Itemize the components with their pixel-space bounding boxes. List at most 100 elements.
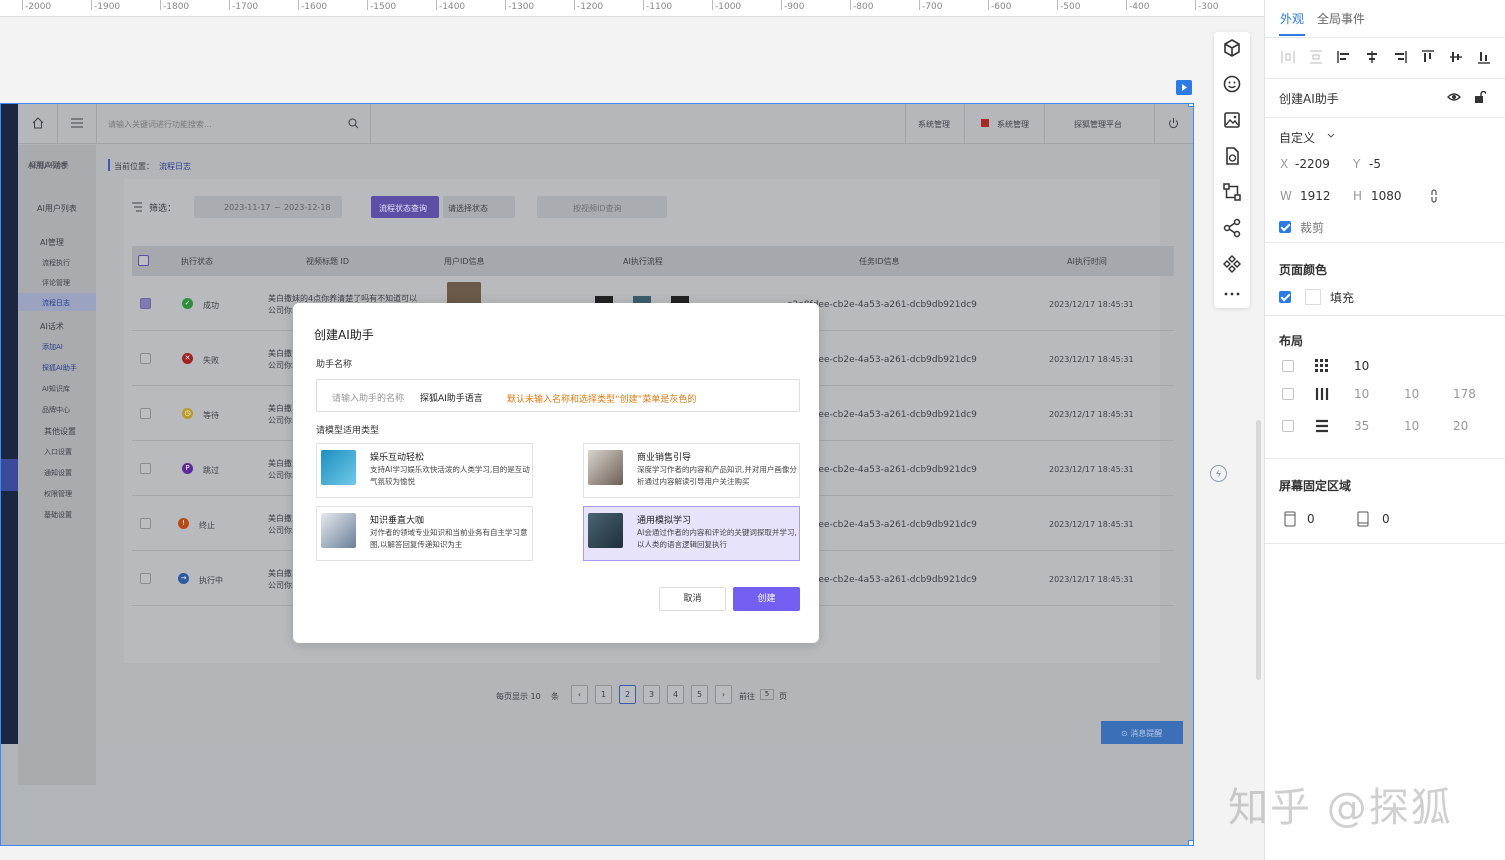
next-page-button[interactable]: › <box>715 685 732 704</box>
rows-gutter[interactable]: 10 <box>1404 419 1419 433</box>
align-bottom-icon[interactable] <box>1477 50 1491 64</box>
lightning-connector-icon[interactable] <box>1210 465 1227 482</box>
row-checkbox[interactable] <box>140 463 151 474</box>
sidebar-item-flow-log[interactable]: 流程日志 <box>42 298 70 308</box>
more-icon[interactable] <box>1221 283 1243 305</box>
sidebar-group-other[interactable]: 其他设置 <box>44 426 76 437</box>
page-4[interactable]: 4 <box>667 685 684 704</box>
share-icon[interactable] <box>1221 217 1243 239</box>
connect-nodes-icon[interactable] <box>1221 181 1243 203</box>
platform-dropdown[interactable]: 探狐管理平台 <box>1074 119 1122 130</box>
option-general-selected[interactable]: 通用模拟学习 AI会通过作者的内容和评论的关键词探取并学习,以人类的语言逻辑回复… <box>583 506 800 561</box>
fixed-bottom-input[interactable]: 0 <box>1382 512 1390 526</box>
resize-handle[interactable] <box>1188 840 1193 845</box>
menu-icon[interactable] <box>71 118 83 128</box>
grid-checkbox[interactable] <box>1282 360 1294 372</box>
sidebar-item-knowledge[interactable]: AI知识库 <box>42 384 70 394</box>
sidebar-item-brand[interactable]: 品牌中心 <box>42 405 70 415</box>
sidebar-item-notify[interactable]: 通知设置 <box>44 468 72 478</box>
align-right-icon[interactable] <box>1393 50 1407 64</box>
row-checkbox[interactable] <box>140 518 151 529</box>
w-input[interactable]: 1912 <box>1300 189 1331 203</box>
image-icon[interactable] <box>1221 109 1243 131</box>
columns-gutter[interactable]: 10 <box>1404 387 1419 401</box>
breadcrumb-current[interactable]: 流程日志 <box>159 161 191 172</box>
page-3[interactable]: 3 <box>643 685 660 704</box>
h-input[interactable]: 1080 <box>1371 189 1402 203</box>
goto-input[interactable]: 5 <box>760 689 774 700</box>
page-1[interactable]: 1 <box>595 685 612 704</box>
per-page-label[interactable]: 每页显示 10 <box>496 691 541 702</box>
sidebar-group-ai-manage[interactable]: AI管理 <box>40 237 64 248</box>
select-all-checkbox[interactable] <box>138 255 149 266</box>
y-input[interactable]: -5 <box>1369 157 1381 171</box>
x-input[interactable]: -2209 <box>1295 157 1330 171</box>
unlock-icon[interactable] <box>1474 91 1486 103</box>
columns-checkbox[interactable] <box>1282 388 1294 400</box>
flag-icon <box>981 119 989 127</box>
columns-count[interactable]: 10 <box>1354 387 1369 401</box>
status-select[interactable]: 请选择状态 <box>443 196 515 218</box>
page-5[interactable]: 5 <box>691 685 708 704</box>
preview-play-button[interactable] <box>1176 80 1192 95</box>
sidebar-item-entry[interactable]: 入口设置 <box>44 447 72 457</box>
link-ratio-icon[interactable] <box>1429 189 1439 203</box>
cancel-button[interactable]: 取消 <box>659 587 726 611</box>
component-name[interactable]: 创建AI助手 <box>1279 90 1339 107</box>
row-checkbox[interactable] <box>140 298 151 309</box>
eye-icon[interactable] <box>1447 91 1461 103</box>
align-top-icon[interactable] <box>1421 50 1435 64</box>
distribute-horizontal-icon[interactable] <box>1281 50 1295 64</box>
search-input[interactable]: 请输入关键词进行功能搜索... <box>108 119 212 130</box>
message-button[interactable]: ⊙ 消息提醒 <box>1101 721 1183 744</box>
system-link[interactable]: 系统管理 <box>918 119 950 130</box>
columns-width[interactable]: 178 <box>1453 387 1476 401</box>
rows-count[interactable]: 35 <box>1354 419 1369 433</box>
option-knowledge[interactable]: 知识垂直大咖 对作者的领域专业知识和当前业务有自主学习意图,以解答回复传递知识为… <box>316 506 533 561</box>
prev-page-button[interactable]: ‹ <box>571 685 588 704</box>
sidebar-item-basic[interactable]: 基础设置 <box>44 510 72 520</box>
fill-checkbox[interactable] <box>1279 291 1291 303</box>
size-preset-select[interactable]: 自定义 <box>1279 129 1315 146</box>
power-icon[interactable] <box>1168 118 1179 129</box>
query-status-button[interactable]: 流程状态查询 <box>371 196 439 218</box>
row-checkbox[interactable] <box>140 408 151 419</box>
sidebar-item-add-ai[interactable]: 添加AI <box>42 342 63 352</box>
resize-handle[interactable] <box>1188 104 1193 107</box>
option-entertainment[interactable]: 娱乐互动轻松 支持AI学习娱乐欢快活泼的人类学习,目的是互动气氛较为愉悦 <box>316 443 533 498</box>
align-center-v-icon[interactable] <box>1449 50 1463 64</box>
vertical-scrollbar[interactable] <box>1256 420 1261 680</box>
option-sales[interactable]: 商业销售引导 深度学习作者的内容和产品知识,并对用户画像分析通过内容解读引导用户… <box>583 443 800 498</box>
system-link-2[interactable]: 系统管理 <box>997 119 1029 130</box>
rows-checkbox[interactable] <box>1282 420 1294 432</box>
search-icon[interactable] <box>348 118 359 129</box>
video-id-input[interactable]: 按视频ID查询 <box>537 196 667 218</box>
emoji-icon[interactable] <box>1221 73 1243 95</box>
grid-size-input[interactable]: 10 <box>1354 359 1369 373</box>
clip-checkbox[interactable] <box>1279 221 1291 233</box>
align-center-h-icon[interactable] <box>1365 50 1379 64</box>
fill-color-swatch[interactable] <box>1305 289 1321 305</box>
sidebar-item-comments[interactable]: 评论管理 <box>42 278 70 288</box>
sidebar-item-permission[interactable]: 权限管理 <box>44 489 72 499</box>
create-button[interactable]: 创建 <box>733 587 800 611</box>
cube-icon[interactable] <box>1221 37 1243 59</box>
sidebar-group-ai-script[interactable]: AI话术 <box>40 321 64 332</box>
file-refresh-icon[interactable] <box>1221 145 1243 167</box>
home-icon[interactable] <box>32 117 44 129</box>
align-left-icon[interactable] <box>1337 50 1351 64</box>
sidebar-item-ai-users[interactable]: AI用户列表 <box>37 203 77 214</box>
assistant-name-field[interactable]: 请输入助手的名称 探狐AI助手语言 默认未输入名称和选择类型“创建”菜单是灰色的 <box>316 379 800 412</box>
tab-global-events[interactable]: 全局事件 <box>1317 10 1365 27</box>
distribute-vertical-icon[interactable] <box>1309 50 1323 64</box>
fixed-top-input[interactable]: 0 <box>1307 512 1315 526</box>
date-range-picker[interactable]: 2023-11-17 ~ 2023-12-18 <box>194 196 342 218</box>
sidebar-item-ai-assistant[interactable]: 探狐AI助手 <box>42 363 77 373</box>
rows-height[interactable]: 20 <box>1453 419 1468 433</box>
sidebar-item-flow-exec[interactable]: 流程执行 <box>42 258 70 268</box>
row-checkbox[interactable] <box>140 353 151 364</box>
row-checkbox[interactable] <box>140 573 151 584</box>
page-2-active[interactable]: 2 <box>619 685 636 704</box>
components-icon[interactable] <box>1221 253 1243 275</box>
tab-appearance[interactable]: 外观 <box>1280 10 1304 27</box>
